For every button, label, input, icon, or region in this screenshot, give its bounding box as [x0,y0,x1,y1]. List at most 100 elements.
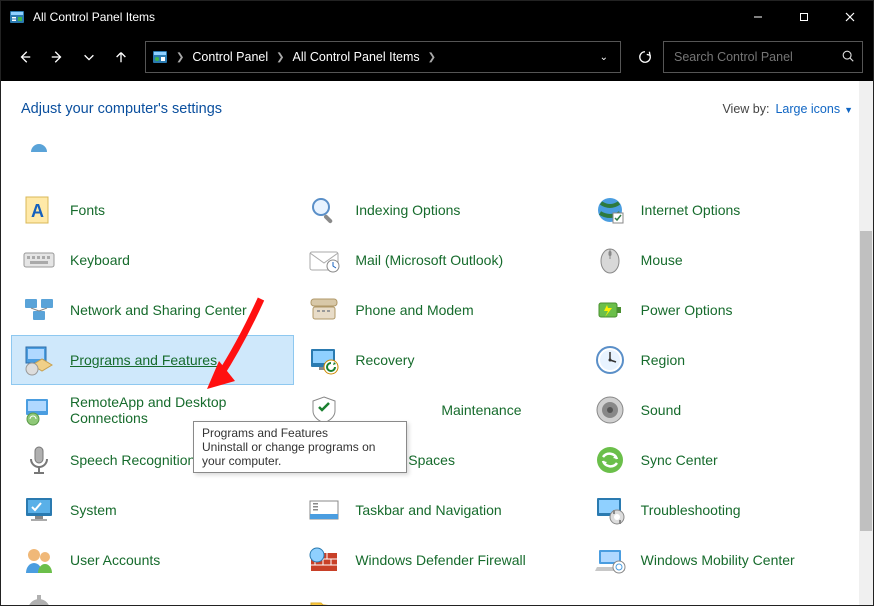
network-icon [22,293,56,327]
refresh-button[interactable] [631,41,659,73]
forward-button[interactable] [43,43,71,71]
minimize-button[interactable] [735,1,781,33]
item-keyboard[interactable]: Keyboard [11,235,294,285]
item-mail[interactable]: Mail (Microsoft Outlook) [296,235,579,285]
item-label: Keyboard [70,252,130,268]
address-bar[interactable]: ❯ Control Panel ❯ All Control Panel Item… [145,41,621,73]
search-input[interactable] [663,41,863,73]
monitor-icon [22,493,56,527]
item-indexing-options[interactable]: Indexing Options [296,185,579,235]
item-label: Mouse [641,252,683,268]
up-button[interactable] [107,43,135,71]
content-area: Adjust your computer's settings View by:… [1,81,873,605]
laptop-icon [593,543,627,577]
item-phone-modem[interactable]: Phone and Modem [296,285,579,335]
item-label: Windows Mobility Center [641,552,795,568]
page-title: Adjust your computer's settings [21,101,222,117]
item-label: Fonts [70,202,105,218]
keyboard-icon [22,243,56,277]
item-label: Power Options [641,302,733,318]
item-label: Internet Options [641,202,741,218]
item-internet-options[interactable]: Internet Options [582,185,865,235]
item-recovery[interactable]: Recovery [296,335,579,385]
search-icon[interactable] [841,49,855,68]
recent-locations-button[interactable] [75,43,103,71]
battery-icon [593,293,627,327]
list-item-clipped[interactable] [11,135,294,153]
item-taskbar-navigation[interactable]: Taskbar and Navigation [296,485,579,535]
search-wrap [663,41,863,73]
speaker-icon [593,393,627,427]
firewall-icon [307,543,341,577]
item-label: System [70,502,117,518]
gear-wrench-icon [593,493,627,527]
item-label: Sync Center [641,452,718,468]
item-sync-center[interactable]: Sync Center [582,435,865,485]
viewby-label: View by: [722,102,769,116]
clock-icon [593,343,627,377]
mouse-icon [593,243,627,277]
maximize-button[interactable] [781,1,827,33]
list-item-clipped[interactable] [582,135,865,153]
control-panel-icon [9,9,25,25]
tooltip-title: Programs and Features [202,426,398,440]
addr-control-panel-icon [152,49,168,65]
item-windows-mobility-center[interactable]: Windows Mobility Center [582,535,865,585]
item-system[interactable]: System [11,485,294,535]
chevron-right-icon[interactable]: ❯ [176,52,184,63]
list-item-clipped[interactable] [296,135,579,153]
window-controls [735,1,873,33]
close-button[interactable] [827,1,873,33]
titlebar: All Control Panel Items [1,1,873,33]
navbar: ❯ Control Panel ❯ All Control Panel Item… [1,33,873,81]
phone-icon [307,293,341,327]
item-power-options[interactable]: Power Options [582,285,865,335]
item-label: Windows Defender Firewall [355,552,525,568]
item-label: Programs and Features [70,352,217,368]
breadcrumb-current[interactable]: All Control Panel Items [293,50,420,64]
item-mouse[interactable]: Mouse [582,235,865,285]
item-region[interactable]: Region [582,335,865,385]
microphone-icon [22,443,56,477]
scrollbar-thumb[interactable] [860,231,872,531]
item-network-sharing[interactable]: Network and Sharing Center [11,285,294,335]
item-fonts[interactable]: A Fonts [11,185,294,235]
box-icon [22,343,56,377]
item-label: Sound [641,402,681,418]
item-label: User Accounts [70,552,160,568]
back-button[interactable] [11,43,39,71]
search-icon [307,193,341,227]
item-work-folders[interactable]: Work Folders [296,585,579,605]
item-label: Speech Recognition [70,452,195,468]
items-viewport: A Fonts Indexing Options Internet Option… [1,125,873,597]
item-windows-defender-firewall[interactable]: Windows Defender Firewall [296,535,579,585]
item-label: Network and Sharing Center [70,302,247,318]
item-troubleshooting[interactable]: Troubleshooting [582,485,865,535]
breadcrumb-root[interactable]: Control Panel [192,50,268,64]
remote-icon [22,393,56,427]
chevron-right-icon[interactable]: ❯ [276,52,284,63]
content-header: Adjust your computer's settings View by:… [1,81,873,125]
svg-text:A: A [31,201,44,221]
globe-icon [593,193,627,227]
item-label: Work Folders [355,602,438,605]
viewby-dropdown[interactable]: Large icons▼ [775,102,853,116]
item-sound[interactable]: Sound [582,385,865,435]
sync-icon [593,443,627,477]
item-user-accounts[interactable]: User Accounts [11,535,294,585]
item-label: Phone and Modem [355,302,473,318]
chevron-right-icon[interactable]: ❯ [428,52,436,63]
users-icon [22,543,56,577]
item-programs-features[interactable]: Programs and Features [11,335,294,385]
gear-icon [22,593,56,605]
address-history-dropdown[interactable]: ⌄ [594,52,614,63]
item-label: Mail (Microsoft Outlook) [355,252,503,268]
fonts-icon: A [22,193,56,227]
item-windows-tools[interactable]: Windows Tools [11,585,294,605]
vertical-scrollbar[interactable] [859,81,873,605]
item-label: Indexing Options [355,202,460,218]
tooltip: Programs and Features Uninstall or chang… [193,421,407,473]
recovery-icon [307,343,341,377]
item-label: Taskbar and Navigation [355,502,501,518]
tooltip-body: Uninstall or change programs on your com… [202,440,398,468]
